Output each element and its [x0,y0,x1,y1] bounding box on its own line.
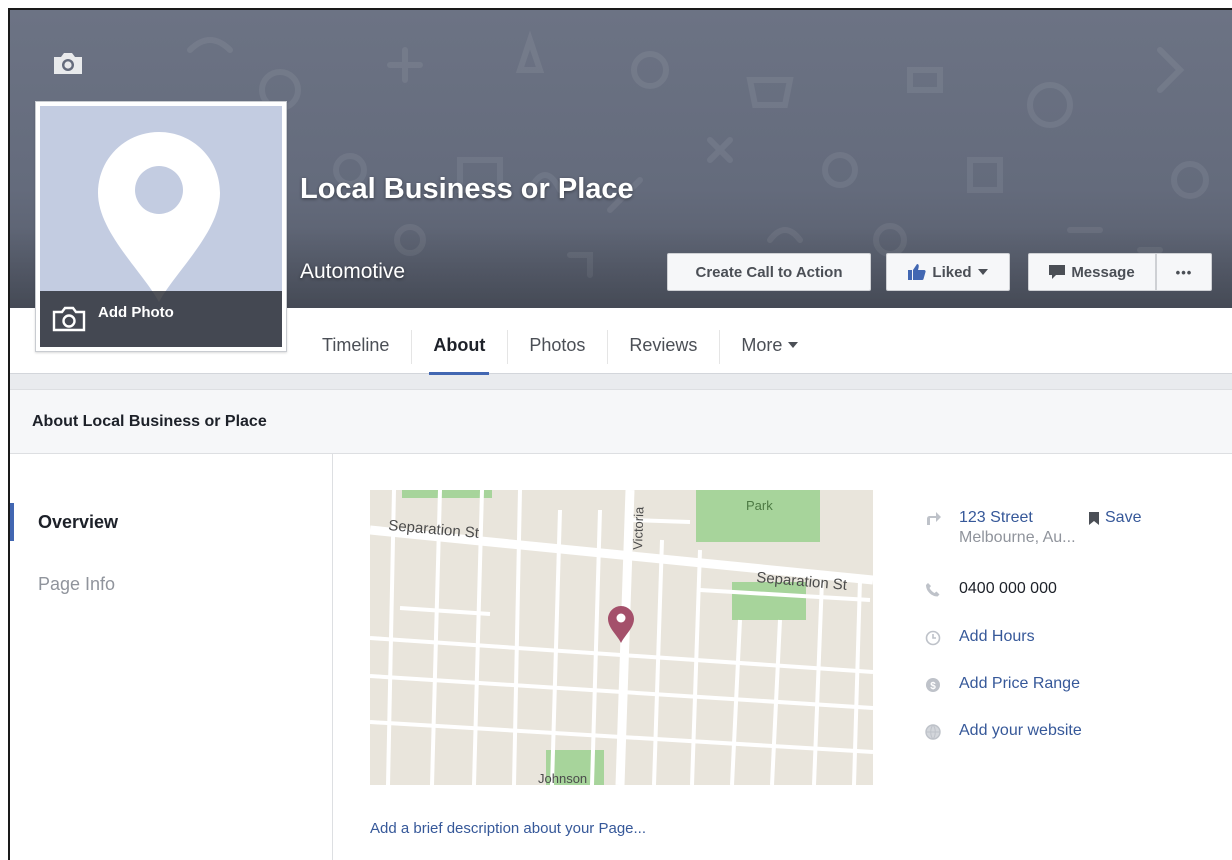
more-options-icon: ••• [1175,264,1193,280]
about-heading: About Local Business or Place [10,390,1232,454]
svg-text:$: $ [930,681,936,692]
message-button[interactable]: Message [1028,253,1156,291]
map-image: Separation St Separation St Victoria Par… [370,490,873,785]
save-label: Save [1105,509,1142,526]
liked-label: Liked [932,263,972,281]
about-sidebar: Overview Page Info [10,454,333,860]
chevron-down-icon [977,269,988,275]
add-description-link[interactable]: Add a brief description about your Page.… [370,820,646,837]
profile-picture-placeholder: Add Photo [40,106,282,347]
price-row: $ Add Price Range [925,675,1080,693]
location-map[interactable]: Separation St Separation St Victoria Par… [370,490,873,785]
tab-more[interactable]: More [719,316,820,374]
add-photo-label: Add Photo [98,303,174,321]
more-options-button[interactable]: ••• [1156,253,1212,291]
save-button[interactable]: Save [1089,509,1141,527]
tab-about[interactable]: About [411,316,507,375]
liked-button[interactable]: Liked [886,253,1010,291]
hours-row: Add Hours [925,628,1035,646]
about-panel: About Local Business or Place Overview P… [10,389,1232,860]
address-line-2: Melbourne, Au... [959,529,1076,546]
tab-timeline[interactable]: Timeline [300,316,411,374]
tab-label: About [433,334,486,355]
tab-reviews[interactable]: Reviews [607,316,719,374]
page-frame: Add Photo Local Business or Place Automo… [8,8,1232,860]
page-category: Automotive [300,260,406,283]
create-call-to-action-button[interactable]: Create Call to Action [667,253,871,291]
tab-label: More [741,334,783,355]
address-row: 123 Street Melbourne, Au... [925,509,1076,547]
add-hours-link[interactable]: Add Hours [959,628,1035,646]
add-price-range-link[interactable]: Add Price Range [959,675,1080,693]
phone-number: 0400 000 000 [959,580,1057,597]
price-tag-icon: $ [926,678,940,692]
chevron-down-icon [788,342,799,348]
camera-icon[interactable] [50,50,86,78]
thumbs-up-icon [908,264,927,280]
location-pin-icon [98,132,220,302]
phone-icon [926,583,940,597]
park-area [402,490,492,498]
page-tabs: Timeline About Photos Reviews More [300,316,820,375]
sidebar-item-overview[interactable]: Overview [38,512,118,533]
add-website-link[interactable]: Add your website [959,722,1082,740]
phone-row: 0400 000 000 [925,580,1057,598]
globe-icon [925,724,941,740]
website-row: Add your website [925,722,1082,740]
bookmark-icon [1089,511,1099,525]
active-indicator [10,503,14,541]
cta-label: Create Call to Action [695,263,843,281]
page-title: Local Business or Place [300,173,634,205]
profile-picture[interactable]: Add Photo [35,101,287,352]
tab-label: Photos [529,334,586,355]
message-label: Message [1071,263,1135,281]
tab-label: Reviews [629,334,698,355]
clock-icon [925,630,941,646]
message-icon [1049,264,1066,279]
sidebar-item-page-info[interactable]: Page Info [38,574,115,595]
street-label: Victoria [630,506,647,550]
directions-icon [927,512,941,525]
street-label: Johnson [538,771,587,785]
park-label: Park [746,498,773,513]
camera-icon [52,306,86,332]
address-line-1[interactable]: 123 Street [959,509,1076,527]
tab-photos[interactable]: Photos [507,316,607,374]
tab-label: Timeline [322,334,390,355]
add-photo-button[interactable]: Add Photo [40,291,282,347]
